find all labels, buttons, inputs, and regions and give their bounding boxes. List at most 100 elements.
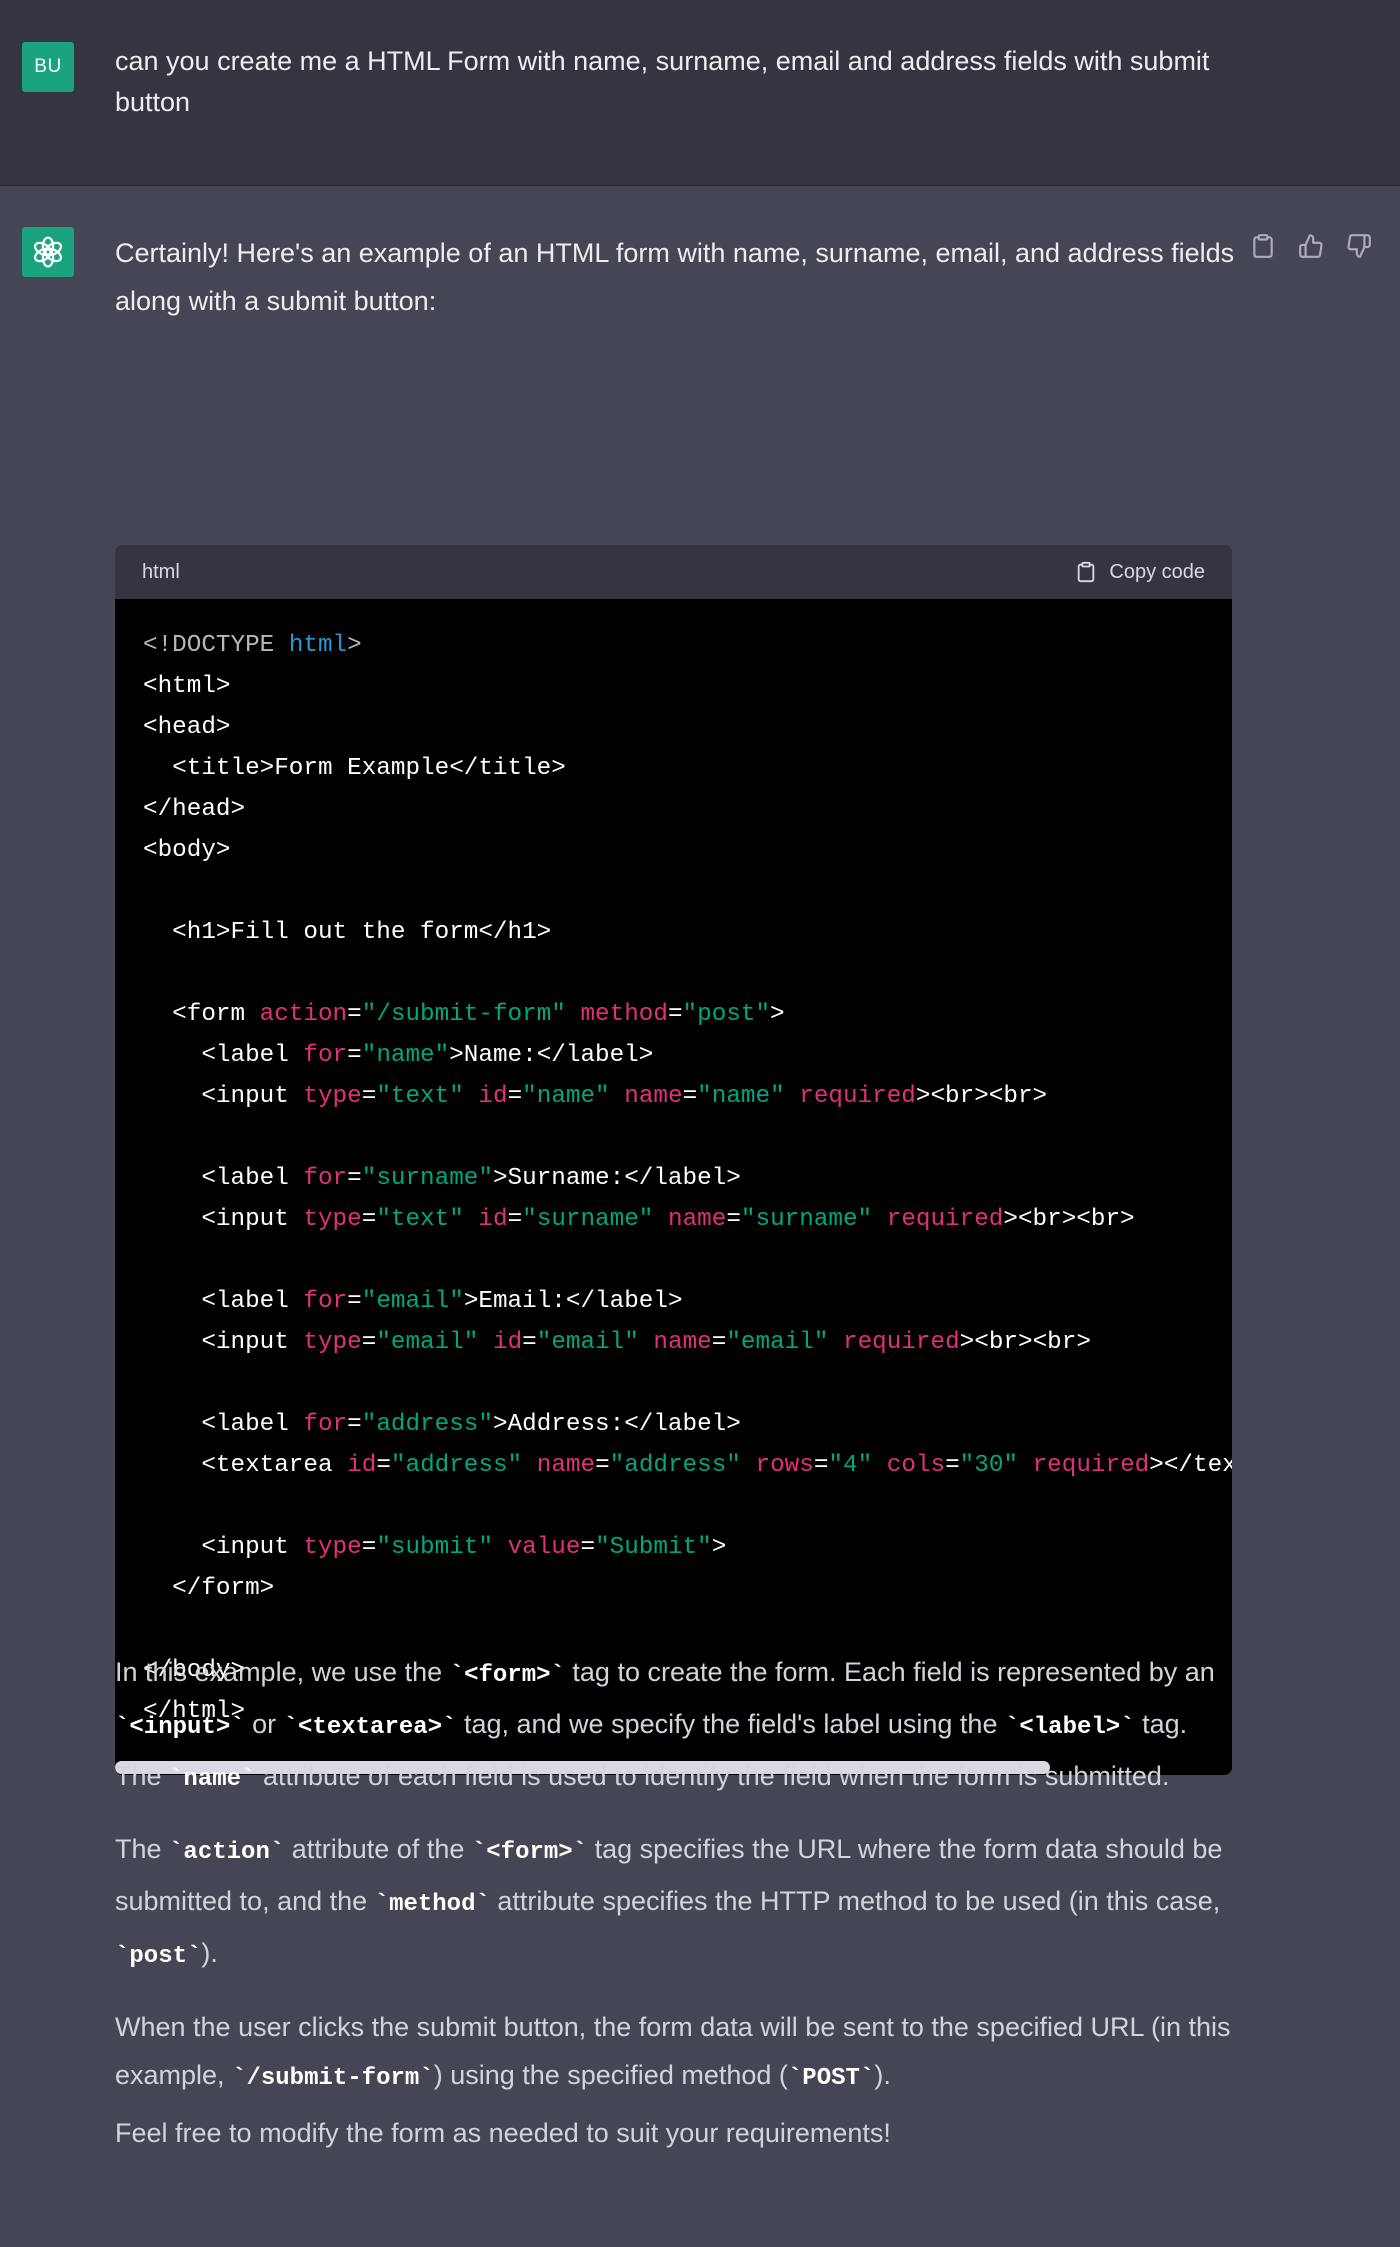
code-token: "address" bbox=[361, 1411, 493, 1438]
paragraph-text: ). bbox=[201, 1938, 218, 1968]
code-token: ></textarea><br><br> bbox=[1149, 1452, 1232, 1479]
clipboard-icon bbox=[1078, 561, 1095, 583]
inline-code: `post` bbox=[115, 1943, 202, 1970]
code-token: </form> bbox=[143, 1575, 275, 1602]
code-token: type bbox=[303, 1083, 362, 1110]
code-token: for bbox=[303, 1165, 348, 1192]
code-token: "submit" bbox=[376, 1534, 493, 1561]
openai-logo-icon bbox=[22, 227, 74, 277]
code-token: required bbox=[886, 1206, 1004, 1233]
inline-code: `<textarea>` bbox=[283, 1714, 457, 1741]
inline-code: `<input>` bbox=[115, 1714, 245, 1741]
paragraph-text: attribute of each field is used to ident… bbox=[255, 1761, 1170, 1791]
user-message-text: can you create me a HTML Form with name,… bbox=[115, 46, 1210, 117]
code-token: <input bbox=[143, 1206, 304, 1233]
code-token: = bbox=[347, 1042, 362, 1069]
code-line: <title>Form Example</title> bbox=[143, 748, 1204, 789]
code-block: html Copy code <!DOCTYPE html> <html> <hea… bbox=[115, 545, 1232, 1775]
inline-code: `<form>` bbox=[471, 1839, 588, 1866]
code-token: = bbox=[507, 1206, 523, 1233]
code-token: = bbox=[361, 1206, 377, 1233]
code-token: id bbox=[492, 1329, 523, 1356]
assistant-message-row: Certainly! Here's an example of an HTML … bbox=[0, 187, 1400, 2247]
code-line: <html> bbox=[143, 666, 1204, 707]
code-token: required bbox=[799, 1083, 916, 1110]
code-token: "email" bbox=[536, 1329, 639, 1356]
paragraph-text: attribute specifies the HTTP method to b… bbox=[489, 1886, 1221, 1916]
code-content: <!DOCTYPE html> <html> <head> <title>Form … bbox=[115, 599, 1232, 1775]
code-token: >Surname:</label> bbox=[492, 1165, 741, 1192]
code-token: <textarea bbox=[143, 1452, 348, 1479]
copy-code-label: Copy code bbox=[1109, 560, 1205, 583]
code-token: "Submit" bbox=[595, 1534, 712, 1561]
code-token: > bbox=[770, 1001, 785, 1028]
code-token: for bbox=[303, 1042, 348, 1069]
code-line: <label for="address">Address:</label> bbox=[143, 1404, 1204, 1445]
code-token: <title>Form Example</title> bbox=[143, 755, 566, 782]
code-token: required bbox=[1032, 1452, 1150, 1479]
code-token: ><br><br> bbox=[959, 1329, 1091, 1356]
code-token: <h1>Fill out the form</h1> bbox=[143, 919, 552, 946]
explanation-paragraph: In this example, we use the `<form>` tag… bbox=[115, 1648, 1235, 1804]
code-token: "surname" bbox=[522, 1206, 654, 1233]
copy-icon[interactable] bbox=[1248, 231, 1278, 261]
paragraph-text: In this example, we use the bbox=[115, 1657, 450, 1687]
code-line: <input type="text" id="surname" name="su… bbox=[143, 1199, 1204, 1240]
code-token: cols bbox=[886, 1452, 946, 1479]
code-token: type bbox=[303, 1206, 362, 1233]
thumbs-up-icon[interactable] bbox=[1296, 231, 1326, 261]
code-token: rows bbox=[755, 1452, 814, 1479]
code-token: for bbox=[303, 1411, 348, 1438]
code-token: name bbox=[653, 1329, 712, 1356]
assistant-intro-text: Certainly! Here's an example of an HTML … bbox=[115, 238, 1235, 316]
code-token: <label bbox=[143, 1042, 304, 1069]
code-line: <label for="surname">Surname:</label> bbox=[143, 1158, 1204, 1199]
code-token: type bbox=[303, 1534, 362, 1561]
code-token: <head> bbox=[143, 714, 231, 741]
thumbs-down-icon[interactable] bbox=[1344, 231, 1374, 261]
inline-code: `<label>` bbox=[1004, 1714, 1135, 1741]
code-token: = bbox=[347, 1165, 362, 1192]
copy-code-button[interactable]: Copy code bbox=[1075, 561, 1205, 584]
code-line: <label for="name">Name:</label> bbox=[143, 1035, 1204, 1076]
paragraph-text: attribute of the bbox=[284, 1834, 472, 1864]
explanation-paragraph: The `action` attribute of the `<form>` t… bbox=[115, 1825, 1235, 1981]
code-token: "name" bbox=[361, 1042, 450, 1069]
code-token: > bbox=[347, 632, 362, 659]
code-token: <!DOCTYPE bbox=[143, 632, 289, 659]
paragraph-text: ). bbox=[874, 2060, 891, 2090]
code-token: "email" bbox=[726, 1329, 829, 1356]
code-token: <body> bbox=[143, 837, 231, 864]
code-token: ><br><br> bbox=[915, 1083, 1048, 1110]
code-token: = bbox=[347, 1001, 362, 1028]
code-token: "/submit-form" bbox=[361, 1001, 566, 1028]
code-token: = bbox=[580, 1534, 596, 1561]
code-token: = bbox=[522, 1329, 537, 1356]
user-message-row: BU can you create me a HTML Form with na… bbox=[0, 0, 1400, 186]
inline-code: `/submit-form` bbox=[232, 2065, 434, 2092]
code-token: id bbox=[478, 1083, 508, 1110]
code-token: = bbox=[813, 1452, 829, 1479]
code-token: id bbox=[478, 1206, 508, 1233]
code-line: <label for="email">Email:</label> bbox=[143, 1281, 1204, 1322]
paragraph-text: or bbox=[244, 1709, 284, 1739]
code-token: "text" bbox=[376, 1083, 464, 1110]
code-token: = bbox=[945, 1452, 960, 1479]
code-token: = bbox=[376, 1452, 391, 1479]
code-token: = bbox=[726, 1206, 741, 1233]
user-avatar: BU bbox=[22, 42, 74, 92]
